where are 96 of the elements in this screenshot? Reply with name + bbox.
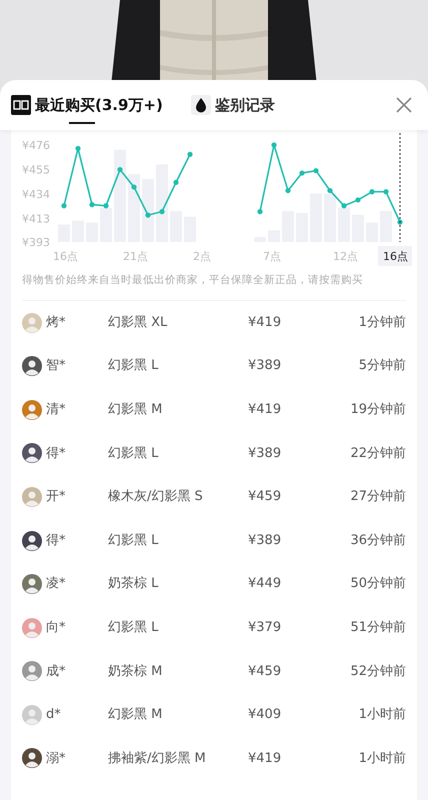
price-note: 得物售价始终来自当时最低出价商家，平台保障全新正品，请按需购买 (21, 273, 364, 288)
x-tick-label: 7点 (263, 250, 281, 263)
price-text: ¥409 (248, 706, 282, 724)
drop-icon (190, 95, 211, 115)
avatar-icon (22, 618, 42, 638)
price-text: ¥419 (248, 314, 282, 332)
avatar-icon (22, 530, 42, 551)
price-text: ¥389 (248, 444, 282, 463)
time-text: 36分钟前 (350, 532, 406, 550)
avatar-icon (22, 400, 42, 420)
x-tick-label: 12点 (333, 250, 358, 263)
price-point (61, 203, 67, 208)
avatar-icon (22, 486, 42, 507)
price-point (355, 197, 361, 203)
price-text: ¥419 (248, 750, 282, 768)
price-point (103, 203, 109, 208)
price-text: ¥459 (248, 488, 282, 506)
time-text: 50分钟前 (350, 575, 406, 594)
price-point (369, 189, 375, 194)
price-point (257, 209, 263, 214)
buyer-name: 清* (46, 400, 66, 419)
time-text: 27分钟前 (350, 488, 406, 506)
price-point (271, 142, 277, 148)
time-text: 22分钟前 (350, 444, 406, 463)
avatar-icon (22, 312, 42, 333)
price-point (159, 209, 165, 214)
time-text: 51分钟前 (350, 618, 406, 637)
tab[interactable]: 鉴别记录 (190, 80, 275, 130)
variant-text: 橡木灰/幻影黑 S (108, 488, 204, 506)
buyer-name: 溺* (46, 750, 66, 768)
variant-text: 奶茶棕 L (108, 575, 160, 594)
close-icon (395, 96, 413, 114)
price-point (299, 170, 305, 176)
variant-text: 拂袖紫/幻影黑 M (108, 750, 207, 768)
price-text: ¥379 (248, 618, 282, 637)
variant-text: 幻影黑 L (108, 357, 160, 376)
price-text: ¥449 (248, 575, 282, 594)
buyer-name: 得* (46, 532, 66, 550)
avatar-icon (22, 748, 42, 768)
price-point (313, 168, 319, 174)
variant-text: 幻影黑 L (108, 444, 160, 463)
variant-text: 幻影黑 XL (108, 314, 168, 332)
y-tick-label: ¥455 (22, 164, 50, 177)
avatar-icon (22, 356, 42, 376)
price-point (187, 152, 193, 157)
variant-text: 幻影黑 L (108, 532, 160, 550)
x-tick-label: 16点 (53, 250, 78, 263)
price-point (131, 184, 137, 190)
time-text: 1小时前 (358, 750, 406, 768)
y-tick-label: ¥413 (22, 212, 50, 226)
price-text: ¥389 (248, 532, 282, 550)
price-point (75, 146, 81, 152)
buyer-name: 开* (46, 488, 66, 506)
price-point (89, 202, 95, 208)
variant-text: 奶茶棕 M (108, 662, 164, 681)
price-point (117, 166, 123, 172)
buyer-name: 凌* (46, 575, 66, 594)
price-text: ¥459 (248, 662, 282, 681)
avatar-icon (22, 704, 42, 725)
buyer-name: 得* (46, 444, 66, 463)
avatar-icon (22, 661, 42, 682)
buyer-name: 向* (46, 618, 66, 637)
buyer-name: 成* (46, 662, 66, 681)
price-point (341, 203, 347, 208)
time-text: 52分钟前 (350, 662, 406, 681)
buyer-name: d* (46, 706, 62, 724)
price-point (285, 188, 291, 194)
time-text: 19分钟前 (350, 400, 406, 419)
price-text: ¥389 (248, 357, 282, 376)
y-tick-label: ¥393 (22, 236, 50, 249)
buyer-name: 智* (46, 357, 66, 376)
tab[interactable]: 最近购买(3.9万+) (11, 80, 163, 130)
price-point (173, 180, 179, 185)
price-point (327, 188, 333, 194)
y-tick-label: ¥476 (22, 139, 50, 152)
time-text: 1分钟前 (358, 314, 406, 332)
tab-label: 最近购买(3.9万+) (35, 94, 163, 116)
tab-label: 鉴别记录 (214, 94, 275, 116)
time-text: 5分钟前 (358, 357, 406, 376)
x-tick-label: 2点 (193, 250, 211, 263)
price-point (383, 189, 389, 194)
avatar-icon (22, 443, 42, 464)
tab-underline (69, 122, 95, 124)
logo-icon (11, 95, 31, 115)
price-point (397, 220, 403, 225)
variant-text: 幻影黑 M (108, 706, 164, 724)
time-text: 1小时前 (358, 706, 406, 724)
price-point (145, 212, 151, 218)
buyer-name: 烤* (46, 314, 66, 332)
price-text: ¥419 (248, 400, 282, 419)
variant-text: 幻影黑 L (108, 618, 160, 637)
variant-text: 幻影黑 M (108, 400, 164, 419)
x-tick-label: 21点 (123, 250, 148, 263)
y-tick-label: ¥434 (22, 188, 50, 202)
x-tick-label: 16点 (383, 250, 408, 263)
avatar-icon (22, 574, 42, 594)
